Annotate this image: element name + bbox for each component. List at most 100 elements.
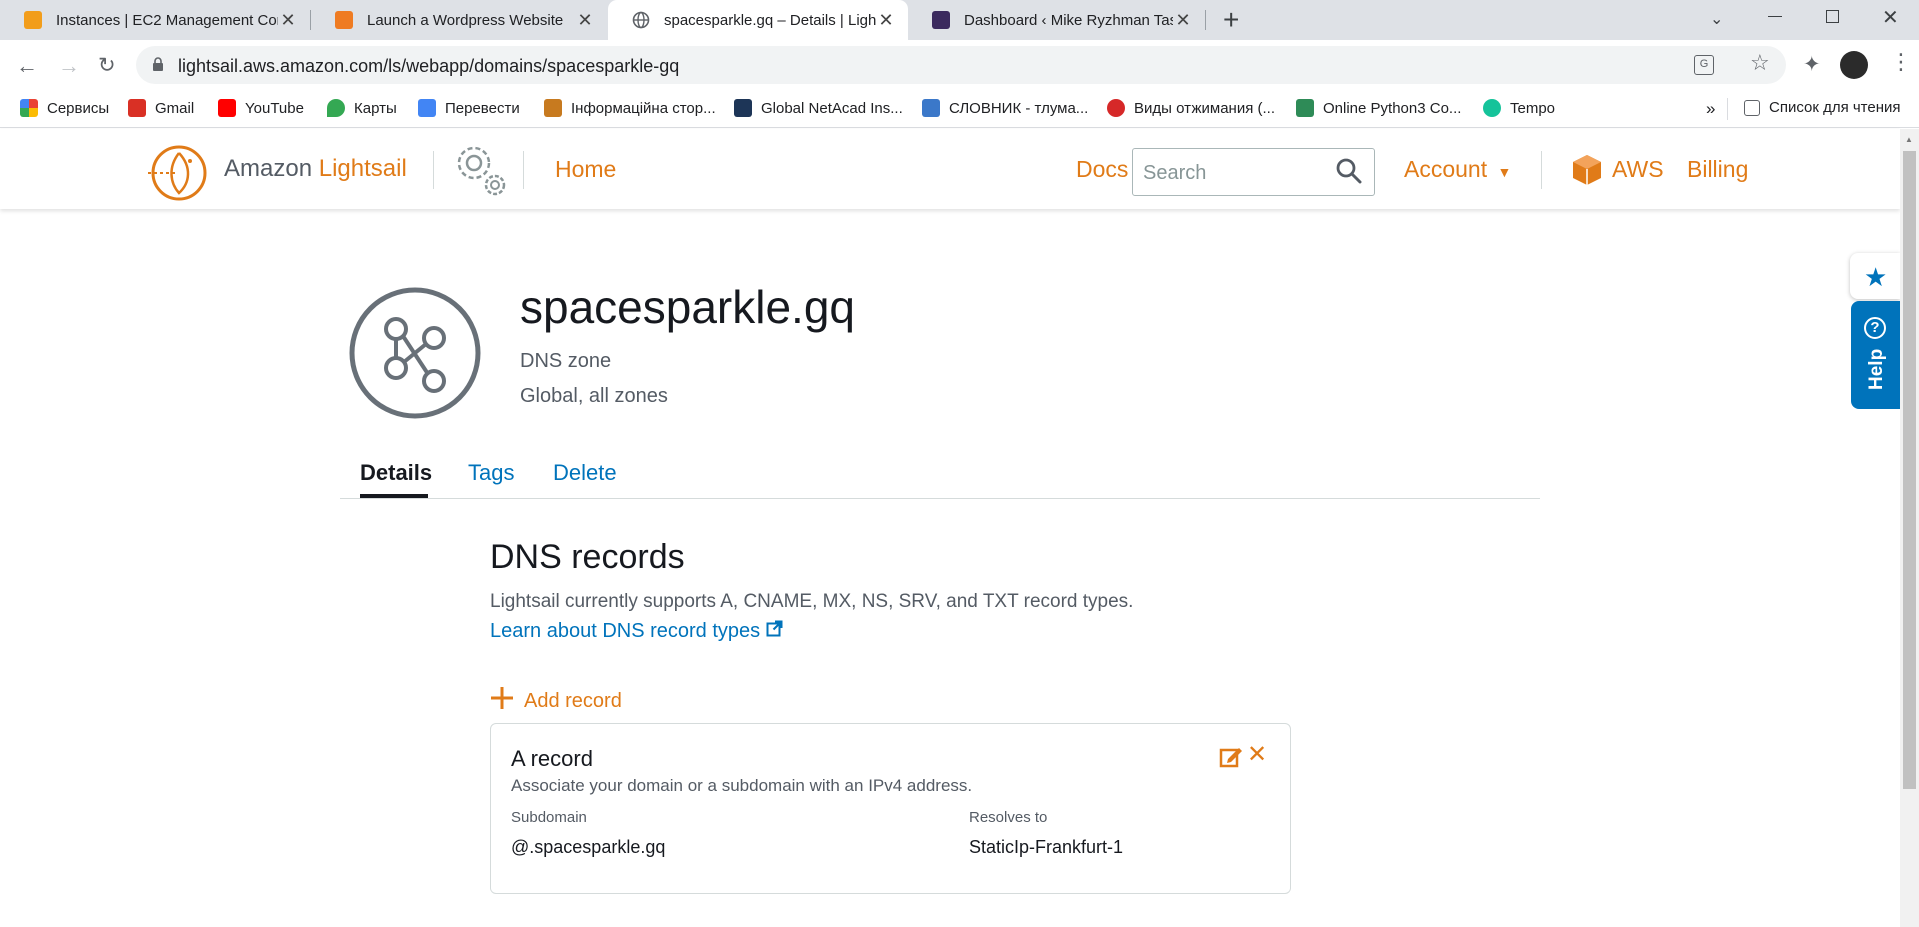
domain-name-heading: spacesparkle.gq — [520, 281, 855, 333]
bookmark-label: Tempo — [1510, 99, 1556, 117]
docs-link[interactable]: Docs — [1076, 156, 1128, 183]
subdomain-value: @.spacesparkle.gq — [511, 837, 666, 857]
dashboard-favicon-icon — [932, 11, 950, 29]
add-record-label: Add record — [524, 689, 622, 712]
help-widget[interactable]: ? Help — [1851, 301, 1900, 409]
tab-title: Launch a Wordpress Website — [367, 11, 564, 29]
tab-close-icon[interactable]: ✕ — [1173, 10, 1193, 31]
dns-records-heading: DNS records — [490, 538, 685, 576]
bookmark-dictionary[interactable]: СЛОВНИК - тлума... — [922, 99, 1088, 117]
aws-cube-icon[interactable] — [1570, 153, 1604, 192]
forward-icon[interactable]: → — [58, 53, 80, 79]
account-menu[interactable]: Account ▼ — [1404, 156, 1511, 183]
extensions-icon[interactable]: ✦ — [1803, 52, 1821, 77]
account-label: Account — [1404, 156, 1488, 182]
star-icon: ★ — [1864, 262, 1888, 292]
youtube-icon — [218, 99, 236, 117]
tab-delete[interactable]: Delete — [553, 460, 617, 486]
bookmark-pushups[interactable]: Виды отжимания (... — [1107, 99, 1275, 117]
bookmark-label: СЛОВНИК - тлума... — [949, 99, 1089, 117]
new-tab-icon[interactable]: + — [1223, 4, 1239, 36]
dictionary-icon — [922, 99, 940, 117]
header-divider — [433, 151, 434, 189]
profile-avatar[interactable] — [1840, 51, 1868, 79]
menu-dots-icon[interactable]: ⋮ — [1890, 49, 1912, 75]
tab-details[interactable]: Details — [360, 460, 432, 486]
back-icon[interactable]: ← — [16, 53, 38, 79]
tab-tags[interactable]: Tags — [468, 460, 514, 486]
apps-grid-icon — [20, 99, 38, 117]
lightsail-logo-icon[interactable] — [146, 143, 212, 208]
browser-tab-active[interactable]: spacesparkle.gq – Details | Lights ✕ — [608, 0, 908, 40]
header-divider — [523, 151, 524, 189]
bookmark-gmail[interactable]: Gmail — [128, 99, 194, 117]
chevron-down-icon: ▼ — [1497, 164, 1512, 180]
tab-close-icon[interactable]: ✕ — [575, 10, 595, 31]
bookmark-services[interactable]: Сервисы — [20, 99, 109, 117]
address-bar[interactable]: lightsail.aws.amazon.com/ls/webapp/domai… — [136, 46, 1786, 84]
url-text[interactable]: lightsail.aws.amazon.com/ls/webapp/domai… — [178, 56, 679, 77]
dns-zone-icon — [348, 286, 482, 425]
code-icon — [1296, 99, 1314, 117]
brand-logo-text[interactable]: Amazon Lightsail — [224, 155, 407, 183]
reload-icon[interactable]: ↻ — [98, 53, 116, 78]
plus-icon — [490, 686, 514, 716]
translate-icon[interactable]: G — [1694, 55, 1714, 75]
edit-icon[interactable] — [1219, 745, 1243, 774]
search-input[interactable] — [1143, 159, 1333, 187]
window-close-icon[interactable]: ✕ — [1882, 5, 1899, 30]
bookmark-label: Сервисы — [47, 99, 110, 117]
learn-dns-link[interactable]: Learn about DNS record types — [490, 620, 783, 643]
subdomain-header: Subdomain — [511, 809, 587, 826]
aws-favicon-icon — [24, 11, 42, 29]
tab-close-icon[interactable]: ✕ — [278, 10, 298, 31]
scroll-up-icon[interactable]: ▲ — [1905, 135, 1913, 144]
bookmark-python[interactable]: Online Python3 Co... — [1296, 99, 1461, 117]
tab-close-icon[interactable]: ✕ — [876, 10, 896, 31]
tab-search-chevron-icon[interactable]: ⌄ — [1710, 9, 1723, 29]
scrollbar-thumb[interactable] — [1903, 151, 1916, 789]
tab-separator — [1205, 10, 1206, 30]
bookmark-label: Global NetAcad Ins... — [761, 99, 903, 117]
aws-link[interactable]: AWS — [1612, 156, 1664, 183]
add-record-button[interactable]: Add record — [490, 686, 622, 716]
bookmark-info[interactable]: Інформаційна стор... — [544, 99, 716, 117]
bookmark-translate[interactable]: Перевести — [418, 99, 520, 117]
brand-name: Lightsail — [318, 155, 407, 182]
browser-tab-ec2[interactable]: Instances | EC2 Management Cor ✕ — [0, 0, 310, 40]
bookmark-label: Gmail — [155, 99, 195, 117]
external-link-icon — [766, 620, 783, 643]
browser-toolbar: ← → ↻ lightsail.aws.amazon.com/ls/webapp… — [0, 40, 1919, 90]
bookmark-maps[interactable]: Карты — [327, 99, 397, 117]
reading-list[interactable]: Список для чтения — [1744, 99, 1901, 116]
globe-icon — [632, 11, 650, 29]
page-scrollbar[interactable]: ▲ — [1900, 129, 1919, 927]
help-label: Help — [1866, 348, 1887, 390]
tempo-icon — [1483, 99, 1501, 117]
resolves-to-header: Resolves to — [969, 809, 1048, 826]
minimize-icon[interactable] — [1768, 16, 1782, 17]
settings-gears-icon[interactable] — [450, 139, 510, 206]
lock-icon[interactable] — [152, 57, 164, 77]
browser-tab-dashboard[interactable]: Dashboard ‹ Mike Ryzhman Task ✕ — [908, 0, 1205, 40]
bookmarks-overflow[interactable]: » — [1706, 99, 1715, 119]
delete-record-icon[interactable]: ✕ — [1247, 740, 1267, 769]
search-icon[interactable] — [1336, 158, 1362, 189]
billing-link[interactable]: Billing — [1687, 156, 1748, 183]
info-site-icon — [544, 99, 562, 117]
search-box — [1132, 148, 1375, 196]
tab-title: Dashboard ‹ Mike Ryzhman Task — [964, 11, 1173, 29]
bookmark-label: Карты — [354, 99, 397, 117]
bookmark-star-icon[interactable]: ☆ — [1750, 50, 1770, 76]
browser-tab-wordpress[interactable]: Launch a Wordpress Website ✕ — [311, 0, 607, 40]
bookmark-youtube[interactable]: YouTube — [218, 99, 304, 117]
home-link[interactable]: Home — [555, 156, 616, 183]
bookmark-netacad[interactable]: Global NetAcad Ins... — [734, 99, 903, 117]
favorite-widget[interactable]: ★ — [1850, 253, 1900, 299]
learn-dns-link-label: Learn about DNS record types — [490, 620, 761, 642]
restore-icon[interactable] — [1826, 10, 1839, 23]
bookmark-tempo[interactable]: Tempo — [1483, 99, 1555, 117]
cisco-icon — [734, 99, 752, 117]
gmail-icon — [128, 99, 146, 117]
maps-pin-icon — [327, 99, 345, 117]
